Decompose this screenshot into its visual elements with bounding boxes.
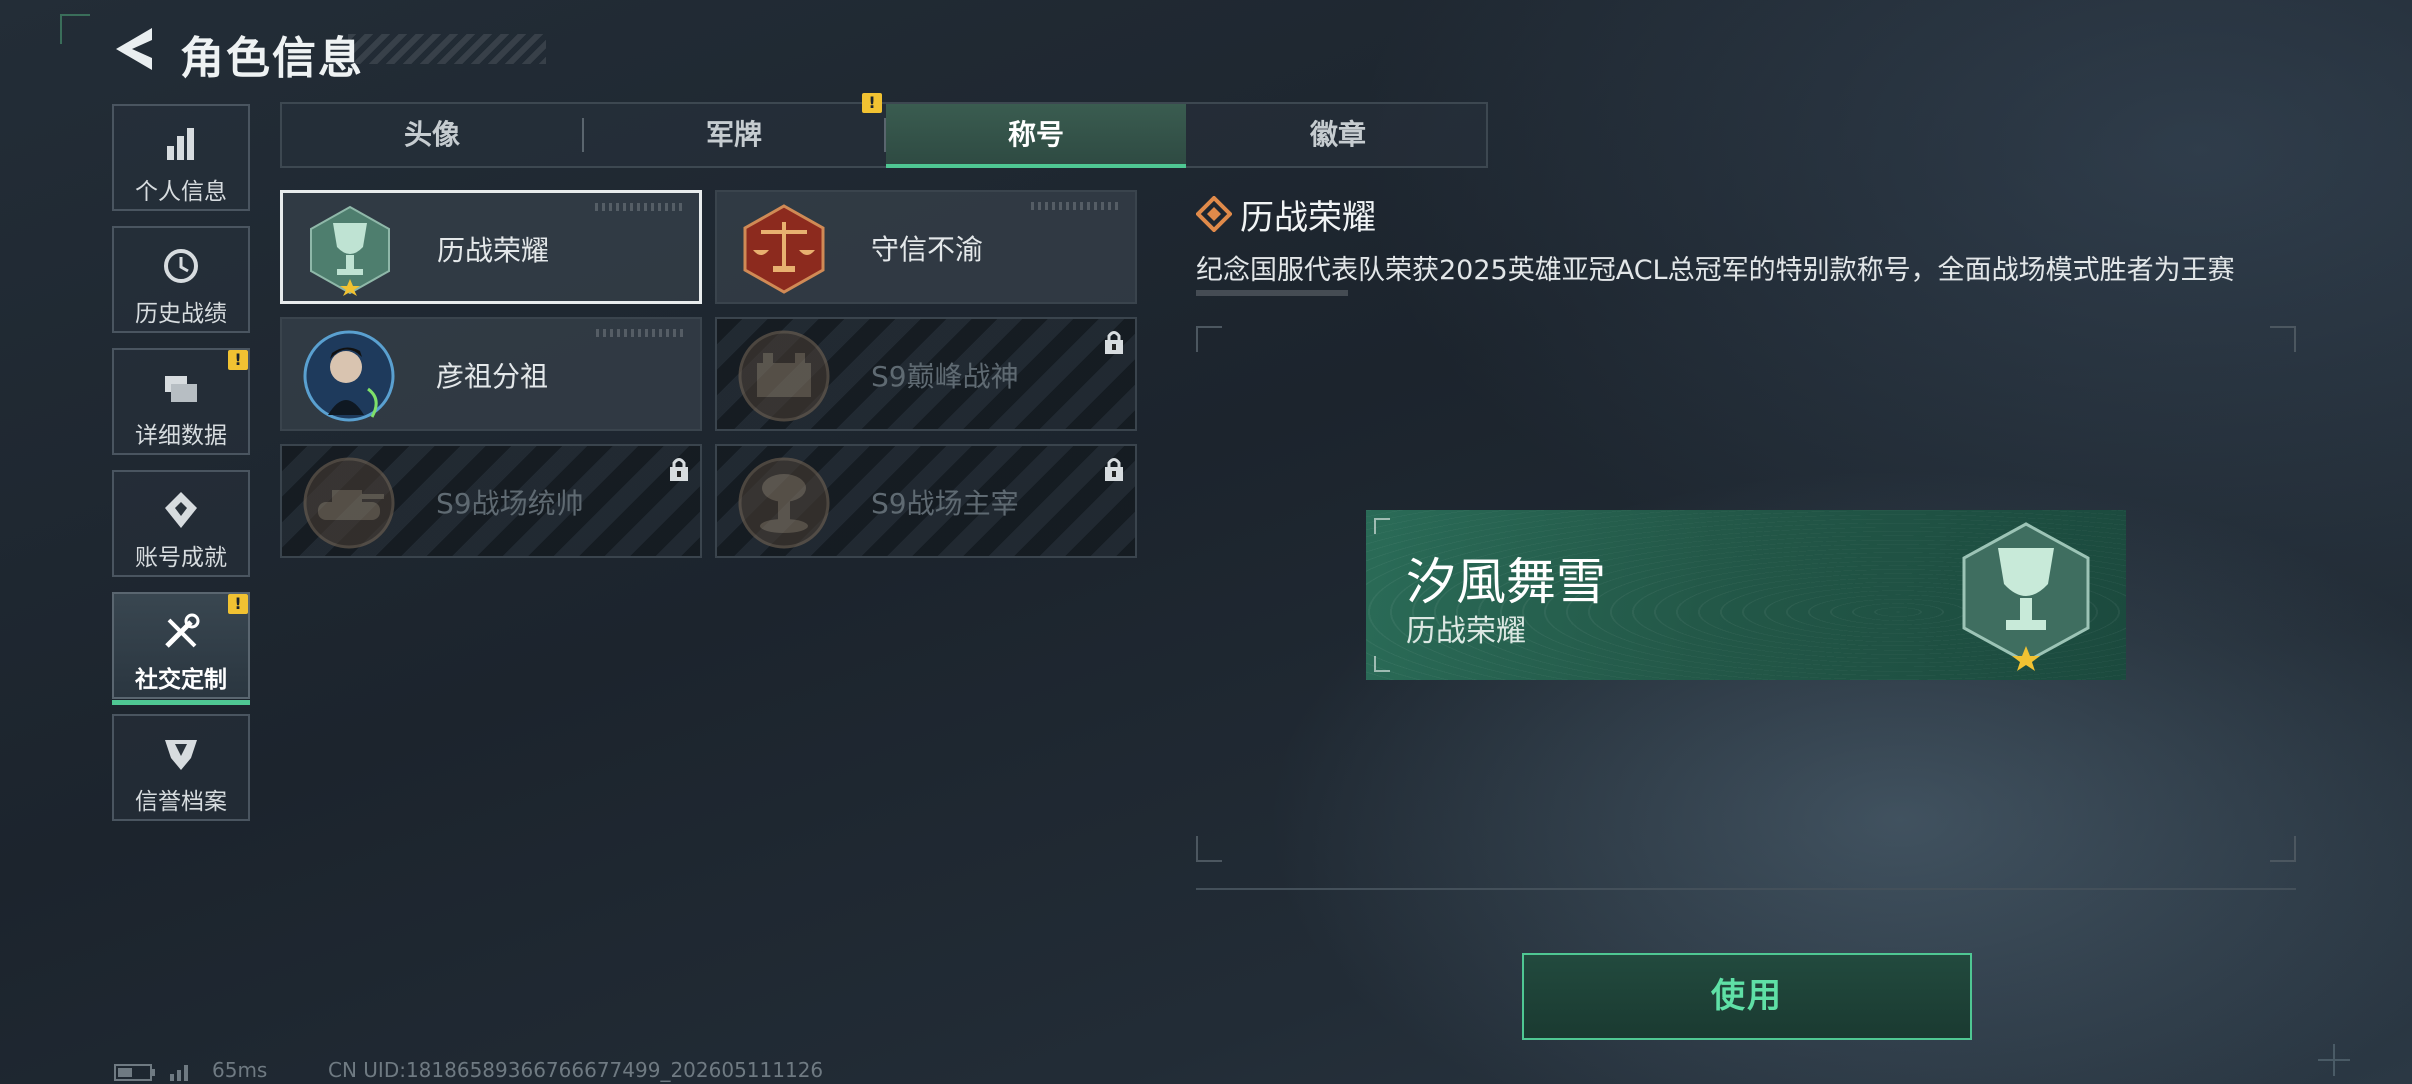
- sidebar-item-label: 社交定制: [135, 667, 227, 693]
- tab-bar: 头像 军牌 称号 徽章: [280, 102, 1488, 168]
- warning-badge-icon: !: [228, 350, 248, 370]
- frame-corner-decoration: [1196, 836, 1222, 862]
- folder-data-icon: [165, 376, 197, 402]
- trophy-emblem-icon: [310, 205, 390, 296]
- battery-signal-icon: [114, 1064, 188, 1081]
- title-card-label: 历战荣耀: [437, 234, 550, 267]
- detail-title: 历战荣耀: [1240, 198, 1376, 238]
- sidebar-item-detailed-data[interactable]: 详细数据 !: [112, 348, 250, 455]
- detail-description: 纪念国服代表队荣获2025英雄亚冠ACL总冠军的特别款称号，全面战场模式胜者为王…: [1196, 255, 2235, 286]
- card-deco-decoration: [596, 329, 686, 337]
- sidebar-item-achievements[interactable]: 账号成就: [112, 470, 250, 577]
- fortress-emblem-icon: [738, 330, 830, 422]
- back-arrow-icon: [116, 28, 152, 70]
- page-title: 角色信息: [180, 33, 364, 84]
- achievement-icon: [165, 492, 197, 528]
- tab-title[interactable]: 称号: [886, 104, 1186, 168]
- sidebar-item-credit-record[interactable]: 信誉档案: [112, 714, 250, 821]
- sidebar-item-profile[interactable]: 个人信息: [112, 104, 250, 211]
- title-card-label: 彦祖分祖: [436, 360, 549, 393]
- lock-icon: [670, 458, 688, 481]
- sidebar-item-label: 详细数据: [135, 423, 227, 449]
- preview-player-name: 汐風舞雪: [1406, 553, 1606, 611]
- crosshair-plus-icon: [2318, 1044, 2350, 1076]
- banner-corner-decoration: [1374, 656, 1390, 672]
- user-uid: CN UID:18186589366766677499_202605111126: [328, 1058, 824, 1082]
- card-deco-decoration: [595, 203, 685, 211]
- sidebar-item-history[interactable]: 历史战绩: [112, 226, 250, 333]
- diamond-title-icon: [1196, 196, 1232, 232]
- title-preview-banner: 汐風舞雪 历战荣耀: [1366, 510, 2126, 680]
- title-card-s9-dominator[interactable]: S9战场主宰: [715, 444, 1137, 558]
- preview-title-name: 历战荣耀: [1406, 614, 1526, 649]
- title-card-yanzu[interactable]: 彦祖分祖: [280, 317, 702, 431]
- tab-avatar[interactable]: 头像: [282, 104, 584, 166]
- sidebar-item-label: 信誉档案: [135, 789, 227, 815]
- title-card-integrity[interactable]: 守信不渝: [715, 190, 1137, 304]
- title-card-label: 守信不渝: [871, 233, 984, 266]
- ping-readout: 65ms: [212, 1058, 268, 1082]
- back-arrow-button[interactable]: [112, 24, 156, 74]
- divider-line: [1196, 888, 2296, 890]
- title-hatch-decoration: [348, 34, 546, 64]
- tab-dogtag[interactable]: 军牌: [584, 104, 886, 166]
- frame-corner-decoration: [2270, 836, 2296, 862]
- corner-bracket-decoration: [60, 14, 90, 44]
- warning-badge-icon: !: [228, 594, 248, 614]
- tank-emblem-icon: [303, 457, 395, 549]
- wrench-tools-icon: [165, 613, 200, 648]
- use-button[interactable]: 使用: [1522, 953, 1972, 1040]
- title-card-s9-commander[interactable]: S9战场统帅: [280, 444, 702, 558]
- bar-chart-icon: [167, 128, 194, 160]
- credit-shield-icon: [165, 740, 197, 770]
- explosion-emblem-icon: [738, 457, 830, 549]
- scales-emblem-icon: [743, 204, 825, 294]
- sidebar-item-label: 账号成就: [135, 545, 227, 571]
- description-scrollbar[interactable]: [1196, 290, 1348, 296]
- sidebar-item-social-custom[interactable]: 社交定制 !: [112, 592, 250, 705]
- title-card-s9-peak[interactable]: S9巅峰战神: [715, 317, 1137, 431]
- frame-corner-decoration: [2270, 326, 2296, 352]
- history-clock-icon: [164, 249, 198, 283]
- title-card-label: S9战场主宰: [871, 487, 1019, 520]
- title-card-label: S9战场统帅: [436, 487, 584, 520]
- portrait-emblem-icon: [303, 330, 395, 422]
- sidebar-item-label: 个人信息: [135, 179, 227, 205]
- sidebar-item-label: 历史战绩: [135, 301, 227, 327]
- card-deco-decoration: [1031, 202, 1121, 210]
- banner-corner-decoration: [1374, 518, 1390, 534]
- warning-badge-icon: !: [862, 93, 882, 113]
- frame-corner-decoration: [1196, 326, 1222, 352]
- lock-icon: [1105, 458, 1123, 481]
- tab-badge[interactable]: 徽章: [1188, 104, 1488, 166]
- title-card-glory[interactable]: 历战荣耀: [280, 190, 702, 304]
- lock-icon: [1105, 331, 1123, 354]
- trophy-emblem-icon: [1962, 522, 2090, 671]
- title-card-label: S9巅峰战神: [871, 360, 1019, 393]
